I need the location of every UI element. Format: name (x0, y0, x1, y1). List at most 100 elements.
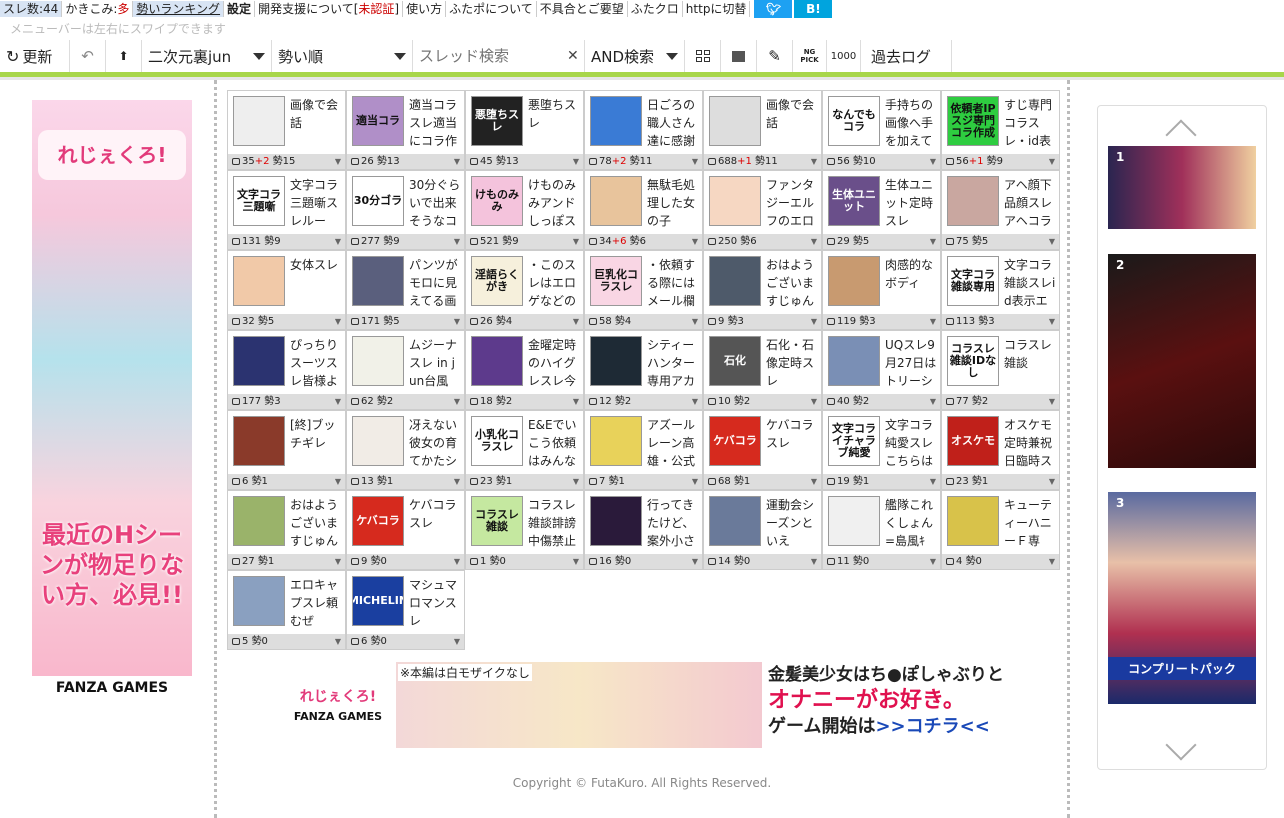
thread-menu-icon[interactable]: ▼ (454, 554, 460, 569)
thread-cell[interactable]: アヘ顔下品顔スレアヘコラ 75 勢5 ▼ (941, 170, 1060, 250)
thread-menu-icon[interactable]: ▼ (692, 314, 698, 329)
thread-thumbnail[interactable] (828, 496, 880, 546)
past-log-button[interactable]: 過去ログ (861, 40, 952, 72)
thread-title[interactable]: オスケモ定時兼祝日臨時ス (1004, 416, 1057, 470)
carousel-down-icon[interactable] (1165, 729, 1197, 761)
thread-cell[interactable]: 日ごろの職人さん達に感謝 78+2 勢11 ▼ (584, 90, 703, 170)
thread-cell[interactable]: 女体スレ 32 勢5 ▼ (227, 250, 346, 330)
thread-thumbnail[interactable]: コラスレ雑談 (471, 496, 523, 546)
thread-title[interactable]: 石化・石像定時スレ (766, 336, 819, 390)
thread-thumbnail[interactable] (709, 496, 761, 546)
thread-title[interactable]: 画像で会話 (766, 96, 819, 150)
board-select[interactable]: 二次元裏jun (142, 40, 272, 72)
thread-title[interactable]: E&Eでいこう依頼はみんな (528, 416, 581, 470)
thread-menu-icon[interactable]: ▼ (573, 474, 579, 489)
thread-menu-icon[interactable]: ▼ (1049, 394, 1055, 409)
single-view-button[interactable] (721, 40, 757, 72)
thread-title[interactable]: 行ってきたけど、案外小さ (647, 496, 700, 550)
count-1000-button[interactable]: 1000 (827, 40, 861, 72)
thread-title[interactable]: ファンタジーエルフのエロ (766, 176, 819, 230)
thread-cell[interactable]: 文字コラ雑談専用 文字コラ雑談スレid表示エ 113 勢3 ▼ (941, 250, 1060, 330)
thread-thumbnail[interactable]: MICHELIN (352, 576, 404, 626)
search-mode-select[interactable]: AND検索 (585, 40, 685, 72)
thread-thumbnail[interactable]: 30分ゴラ (352, 176, 404, 226)
thread-menu-icon[interactable]: ▼ (573, 234, 579, 249)
thread-thumbnail[interactable] (352, 256, 404, 306)
thread-thumbnail[interactable] (590, 176, 642, 226)
thread-thumbnail[interactable]: 適当コラ (352, 96, 404, 146)
thread-title[interactable]: ぴっちりスーツスレ皆様よ (290, 336, 343, 390)
thread-title[interactable]: 文字コラ雑談スレid表示エ (1004, 256, 1057, 310)
thread-title[interactable]: 金曜定時のハイグレスレ今 (528, 336, 581, 390)
thread-thumbnail[interactable] (590, 336, 642, 386)
clear-search-icon[interactable]: ✕ (567, 48, 579, 64)
thread-cell[interactable]: UQスレ9月27日はトリーシ 40 勢2 ▼ (822, 330, 941, 410)
thread-title[interactable]: 生体ユニット定時スレ (885, 176, 938, 230)
thread-cell[interactable]: おはようございますじゅん 9 勢3 ▼ (703, 250, 822, 330)
thread-cell[interactable]: 適当コラ 適当コラスレ適当にコラ作 26 勢13 ▼ (346, 90, 465, 170)
thread-cell[interactable]: 文字コラ三題噺 文字コラ三題噺スレルー 131 勢9 ▼ (227, 170, 346, 250)
thread-title[interactable]: 適当コラスレ適当にコラ作 (409, 96, 462, 150)
thread-cell[interactable]: 運動会シーズンといえ 14 勢0 ▼ (703, 490, 822, 570)
thread-menu-icon[interactable]: ▼ (811, 234, 817, 249)
thread-cell[interactable]: 金曜定時のハイグレスレ今 18 勢2 ▼ (465, 330, 584, 410)
thread-cell[interactable]: 30分ゴラ 30分ぐらいで出来そうなコ 277 勢9 ▼ (346, 170, 465, 250)
thread-thumbnail[interactable]: 文字コライチャラブ純愛 (828, 416, 880, 466)
thread-cell[interactable]: 艦隊これくしょん=島風ｷ 11 勢0 ▼ (822, 490, 941, 570)
thread-menu-icon[interactable]: ▼ (930, 554, 936, 569)
thread-title[interactable]: ・このスレはエロゲなどの (528, 256, 581, 310)
thread-menu-icon[interactable]: ▼ (335, 554, 341, 569)
thread-cell[interactable]: MICHELIN マシュマロマンスレ 6 勢0 ▼ (346, 570, 465, 650)
thread-title[interactable]: すじ専門コラスレ・id表 (1004, 96, 1057, 150)
thread-title[interactable]: 艦隊これくしょん=島風ｷ (885, 496, 938, 550)
thread-thumbnail[interactable] (471, 336, 523, 386)
thread-cell[interactable]: [終]ブッチギレ 6 勢1 ▼ (227, 410, 346, 490)
thread-thumbnail[interactable] (233, 576, 285, 626)
thread-title[interactable]: マシュマロマンスレ (409, 576, 462, 630)
thread-thumbnail[interactable] (828, 336, 880, 386)
thread-thumbnail[interactable]: 依頼者IPスジ専門コラ作成 (947, 96, 999, 146)
thread-title[interactable]: コラスレ雑談誹謗中傷禁止 (528, 496, 581, 550)
thread-thumbnail[interactable] (233, 256, 285, 306)
thread-title[interactable]: 30分ぐらいで出来そうなコ (409, 176, 462, 230)
thread-menu-icon[interactable]: ▼ (573, 314, 579, 329)
thread-title[interactable]: エロキャプスレ頼むぜ (290, 576, 343, 630)
thread-title[interactable]: おはようございますじゅん (766, 256, 819, 310)
top-menu-item[interactable]: ふたクロ (628, 1, 683, 17)
thread-cell[interactable]: 肉感的なボディ 119 勢3 ▼ (822, 250, 941, 330)
thread-cell[interactable]: ぴっちりスーツスレ皆様よ 177 勢3 ▼ (227, 330, 346, 410)
thread-cell[interactable]: キューティーハニーＦ専 4 勢0 ▼ (941, 490, 1060, 570)
ng-pick-button[interactable]: NG PICK (793, 40, 827, 72)
thread-menu-icon[interactable]: ▼ (1049, 314, 1055, 329)
top-menu-item[interactable]: ふたポについて (446, 1, 537, 17)
thread-search-input[interactable] (413, 47, 585, 65)
thread-menu-icon[interactable]: ▼ (454, 314, 460, 329)
carousel-slide-3[interactable]: 3 コンプリートパック (1108, 492, 1256, 704)
thread-thumbnail[interactable] (947, 496, 999, 546)
thread-cell[interactable]: アズールレーン高雄・公式 7 勢1 ▼ (584, 410, 703, 490)
thread-thumbnail[interactable] (590, 416, 642, 466)
thread-thumbnail[interactable] (709, 176, 761, 226)
thread-cell[interactable]: 画像で会話 688+1 勢11 ▼ (703, 90, 822, 170)
thread-title[interactable]: 肉感的なボディ (885, 256, 938, 310)
thread-title[interactable]: ケバコラスレ (766, 416, 819, 470)
thread-menu-icon[interactable]: ▼ (335, 154, 341, 169)
thread-thumbnail[interactable]: 石化 (709, 336, 761, 386)
thread-thumbnail[interactable]: ケバコラ (352, 496, 404, 546)
thread-title[interactable]: 悪堕ちスレ (528, 96, 581, 150)
thread-cell[interactable]: 淫語らくがき ・このスレはエロゲなどの 26 勢4 ▼ (465, 250, 584, 330)
carousel-slide-2[interactable]: 2 (1108, 254, 1256, 468)
thread-thumbnail[interactable]: 小乳化コラスレ (471, 416, 523, 466)
top-menu-item[interactable]: 開発支援について[未認証] (255, 1, 404, 17)
thread-thumbnail[interactable] (233, 96, 285, 146)
back-button[interactable]: ↶ (70, 40, 106, 72)
thread-menu-icon[interactable]: ▼ (930, 154, 936, 169)
thread-thumbnail[interactable] (590, 496, 642, 546)
thread-cell[interactable]: おはようございますじゅん 27 勢1 ▼ (227, 490, 346, 570)
thread-title[interactable]: 日ごろの職人さん達に感謝 (647, 96, 700, 150)
thread-cell[interactable]: ケバコラ ケバコラスレ 9 勢0 ▼ (346, 490, 465, 570)
thread-menu-icon[interactable]: ▼ (1049, 554, 1055, 569)
top-menu-item[interactable]: 使い方 (403, 1, 447, 17)
thread-thumbnail[interactable] (233, 496, 285, 546)
thread-cell[interactable]: 小乳化コラスレ E&Eでいこう依頼はみんな 23 勢1 ▼ (465, 410, 584, 490)
